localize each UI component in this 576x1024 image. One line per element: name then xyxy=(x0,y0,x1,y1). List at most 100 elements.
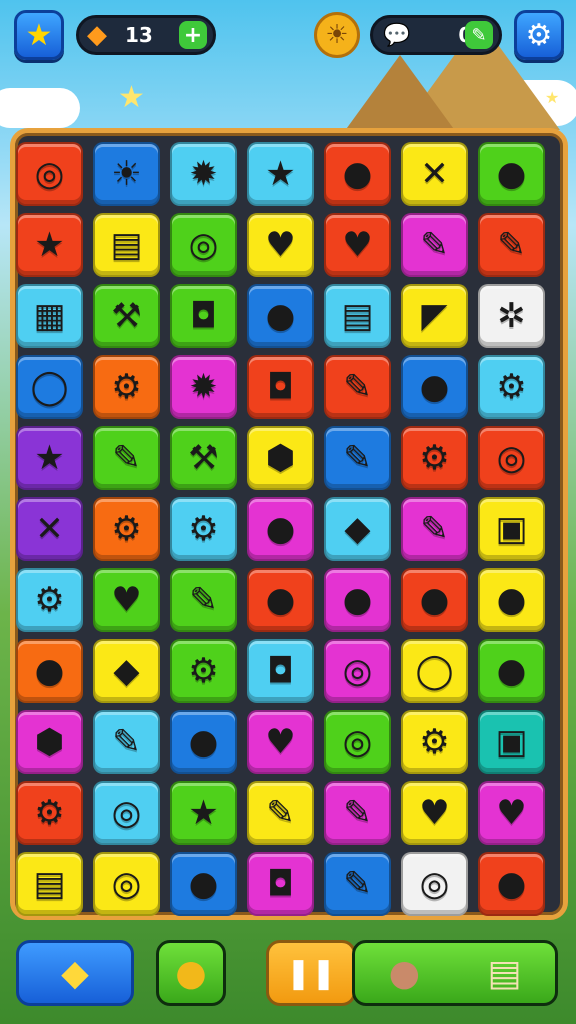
board-tile[interactable]: ✹ xyxy=(170,142,237,206)
board-tile[interactable]: ★ xyxy=(16,426,83,490)
board-tile[interactable]: ✲ xyxy=(478,284,545,348)
board-tile[interactable]: ★ xyxy=(170,781,237,845)
board-tile[interactable]: ● xyxy=(478,142,545,206)
board-tile[interactable]: ♥ xyxy=(93,568,160,632)
board-tile[interactable]: ● xyxy=(247,497,314,561)
tile-symbol-icon: ● xyxy=(188,864,219,904)
settings-button[interactable]: ⚙ xyxy=(514,10,564,60)
tile-symbol-icon: ⚙ xyxy=(34,793,65,833)
board-tile[interactable]: ◎ xyxy=(93,852,160,916)
board-tile[interactable]: ✎ xyxy=(324,426,391,490)
board-tile[interactable]: ◯ xyxy=(401,639,468,703)
board-tile[interactable]: ✎ xyxy=(247,781,314,845)
board-tile[interactable]: ◆ xyxy=(324,497,391,561)
board-tile[interactable]: ✎ xyxy=(324,781,391,845)
board-tile[interactable]: ◎ xyxy=(324,710,391,774)
tile-symbol-icon: ▤ xyxy=(110,225,143,265)
board-tile[interactable]: ▦ xyxy=(16,284,83,348)
board-tile[interactable]: ⚙ xyxy=(16,781,83,845)
board-tile[interactable]: ● xyxy=(401,355,468,419)
board-tile[interactable]: ✎ xyxy=(170,568,237,632)
board-tile[interactable]: ● xyxy=(247,284,314,348)
board-tile[interactable]: ♥ xyxy=(324,213,391,277)
board-tile[interactable]: ✎ xyxy=(478,213,545,277)
board-tile[interactable]: ✎ xyxy=(401,497,468,561)
board-tile[interactable]: ⬢ xyxy=(247,426,314,490)
board-tile[interactable]: ● xyxy=(478,852,545,916)
star-button[interactable]: ★ xyxy=(14,10,64,60)
tile-symbol-icon: ♥ xyxy=(419,793,450,833)
board-tile[interactable]: ⚒ xyxy=(93,284,160,348)
board-tile[interactable]: ⬢ xyxy=(16,710,83,774)
board-tile[interactable]: ✹ xyxy=(170,355,237,419)
board-tile[interactable]: ▤ xyxy=(324,284,391,348)
board-tile[interactable]: ♥ xyxy=(478,781,545,845)
lives-leaf-icon[interactable]: ✎ xyxy=(465,21,493,49)
board-tile[interactable]: ◘ xyxy=(170,284,237,348)
board-tile[interactable]: ◎ xyxy=(478,426,545,490)
board-tile[interactable]: ⚙ xyxy=(93,355,160,419)
add-coins-button[interactable]: + xyxy=(179,21,207,49)
board-tile[interactable]: ⚙ xyxy=(170,497,237,561)
board-tile[interactable]: ▤ xyxy=(16,852,83,916)
board-tile[interactable]: ◎ xyxy=(93,781,160,845)
tile-symbol-icon: ✎ xyxy=(266,793,295,833)
board-tile[interactable]: ● xyxy=(170,852,237,916)
tile-symbol-icon: ▣ xyxy=(495,722,528,762)
tile-symbol-icon: ● xyxy=(34,651,65,691)
board-tile[interactable]: ▣ xyxy=(478,497,545,561)
board-tile[interactable]: ● xyxy=(16,639,83,703)
board-tile[interactable]: ◘ xyxy=(247,639,314,703)
board-tile[interactable]: ● xyxy=(478,568,545,632)
board-tile[interactable]: ● xyxy=(324,142,391,206)
board-tile[interactable]: ✕ xyxy=(16,497,83,561)
board-tile[interactable]: ✎ xyxy=(324,355,391,419)
board-tile[interactable]: ⚙ xyxy=(93,497,160,561)
board-tile[interactable]: ◘ xyxy=(247,852,314,916)
tile-symbol-icon: ✎ xyxy=(343,864,372,904)
board-tile[interactable]: ✎ xyxy=(401,213,468,277)
board-tile[interactable]: ⚙ xyxy=(401,710,468,774)
turnip-icon[interactable]: ● xyxy=(389,953,420,994)
bag-button[interactable]: ◆ xyxy=(16,940,134,1006)
board-tile[interactable]: ◘ xyxy=(247,355,314,419)
tile-symbol-icon: ✹ xyxy=(189,154,218,194)
board-tile[interactable]: ● xyxy=(401,568,468,632)
board-tile[interactable]: ◎ xyxy=(170,213,237,277)
board-tile[interactable]: ● xyxy=(247,568,314,632)
board-tile[interactable]: ♥ xyxy=(401,781,468,845)
inventory-bar[interactable]: ● ▤ xyxy=(352,940,558,1006)
board-tile[interactable]: ⚙ xyxy=(401,426,468,490)
board-tile[interactable]: ✎ xyxy=(324,852,391,916)
lemon-button[interactable]: ● xyxy=(156,940,226,1006)
board-tile[interactable]: ▤ xyxy=(93,213,160,277)
board-tile[interactable]: ⚒ xyxy=(170,426,237,490)
board-tile[interactable]: ● xyxy=(478,639,545,703)
board-tile[interactable]: ★ xyxy=(16,213,83,277)
board-tile[interactable]: ◤ xyxy=(401,284,468,348)
board-tile[interactable]: ◎ xyxy=(324,639,391,703)
tile-symbol-icon: ● xyxy=(188,722,219,762)
pause-button[interactable]: ❚❚ xyxy=(266,940,356,1006)
board-tile[interactable]: ✕ xyxy=(401,142,468,206)
board-tile[interactable]: ▣ xyxy=(478,710,545,774)
board-tile[interactable]: ✎ xyxy=(93,710,160,774)
board-tile[interactable]: ● xyxy=(170,710,237,774)
board-tile[interactable]: ◎ xyxy=(401,852,468,916)
board-tile[interactable]: ★ xyxy=(247,142,314,206)
board-tile[interactable]: ♥ xyxy=(247,213,314,277)
board-tile[interactable]: ✎ xyxy=(93,426,160,490)
board-tile[interactable]: ⚙ xyxy=(170,639,237,703)
board-tile[interactable]: ◎ xyxy=(16,142,83,206)
board-tile[interactable]: ♥ xyxy=(247,710,314,774)
board-tile[interactable]: ● xyxy=(324,568,391,632)
tile-symbol-icon: ★ xyxy=(34,225,65,265)
board-tile[interactable]: ⚙ xyxy=(478,355,545,419)
board-tile[interactable]: ◯ xyxy=(16,355,83,419)
scroll-icon[interactable]: ▤ xyxy=(487,953,521,994)
tile-symbol-icon: ♥ xyxy=(111,580,142,620)
tile-symbol-icon: ● xyxy=(342,580,373,620)
board-tile[interactable]: ⚙ xyxy=(16,568,83,632)
board-tile[interactable]: ☀ xyxy=(93,142,160,206)
board-tile[interactable]: ◆ xyxy=(93,639,160,703)
